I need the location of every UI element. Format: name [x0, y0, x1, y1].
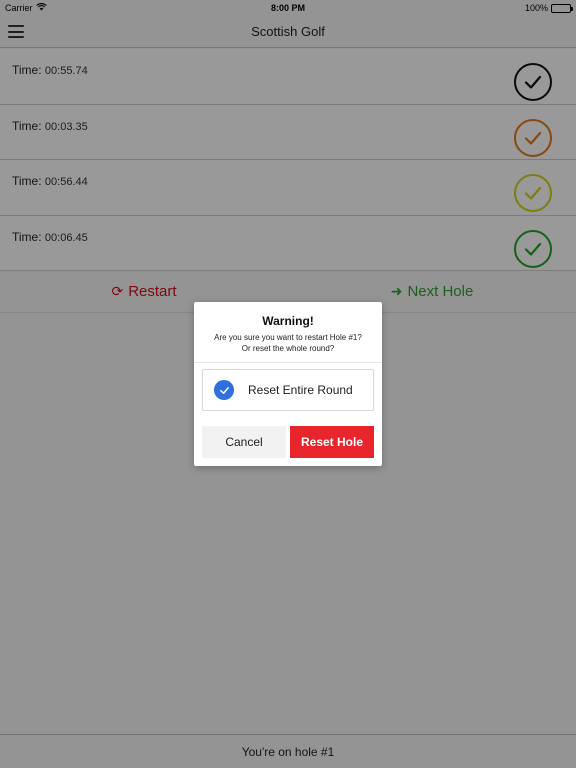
reset-entire-round-option[interactable]: Reset Entire Round [202, 369, 374, 411]
checkmark-icon[interactable] [214, 380, 234, 400]
dialog-divider [194, 362, 382, 363]
cancel-button[interactable]: Cancel [202, 426, 286, 458]
dialog-message-line2: Or reset the whole round? [241, 344, 335, 353]
option-label: Reset Entire Round [248, 383, 353, 397]
dialog-message: Are you sure you want to restart Hole #1… [194, 332, 382, 354]
dialog-message-line1: Are you sure you want to restart Hole #1… [214, 333, 362, 342]
warning-dialog: Warning! Are you sure you want to restar… [194, 302, 382, 466]
dialog-buttons: Cancel Reset Hole [202, 426, 374, 458]
dialog-title: Warning! [262, 314, 314, 328]
reset-hole-button[interactable]: Reset Hole [290, 426, 374, 458]
